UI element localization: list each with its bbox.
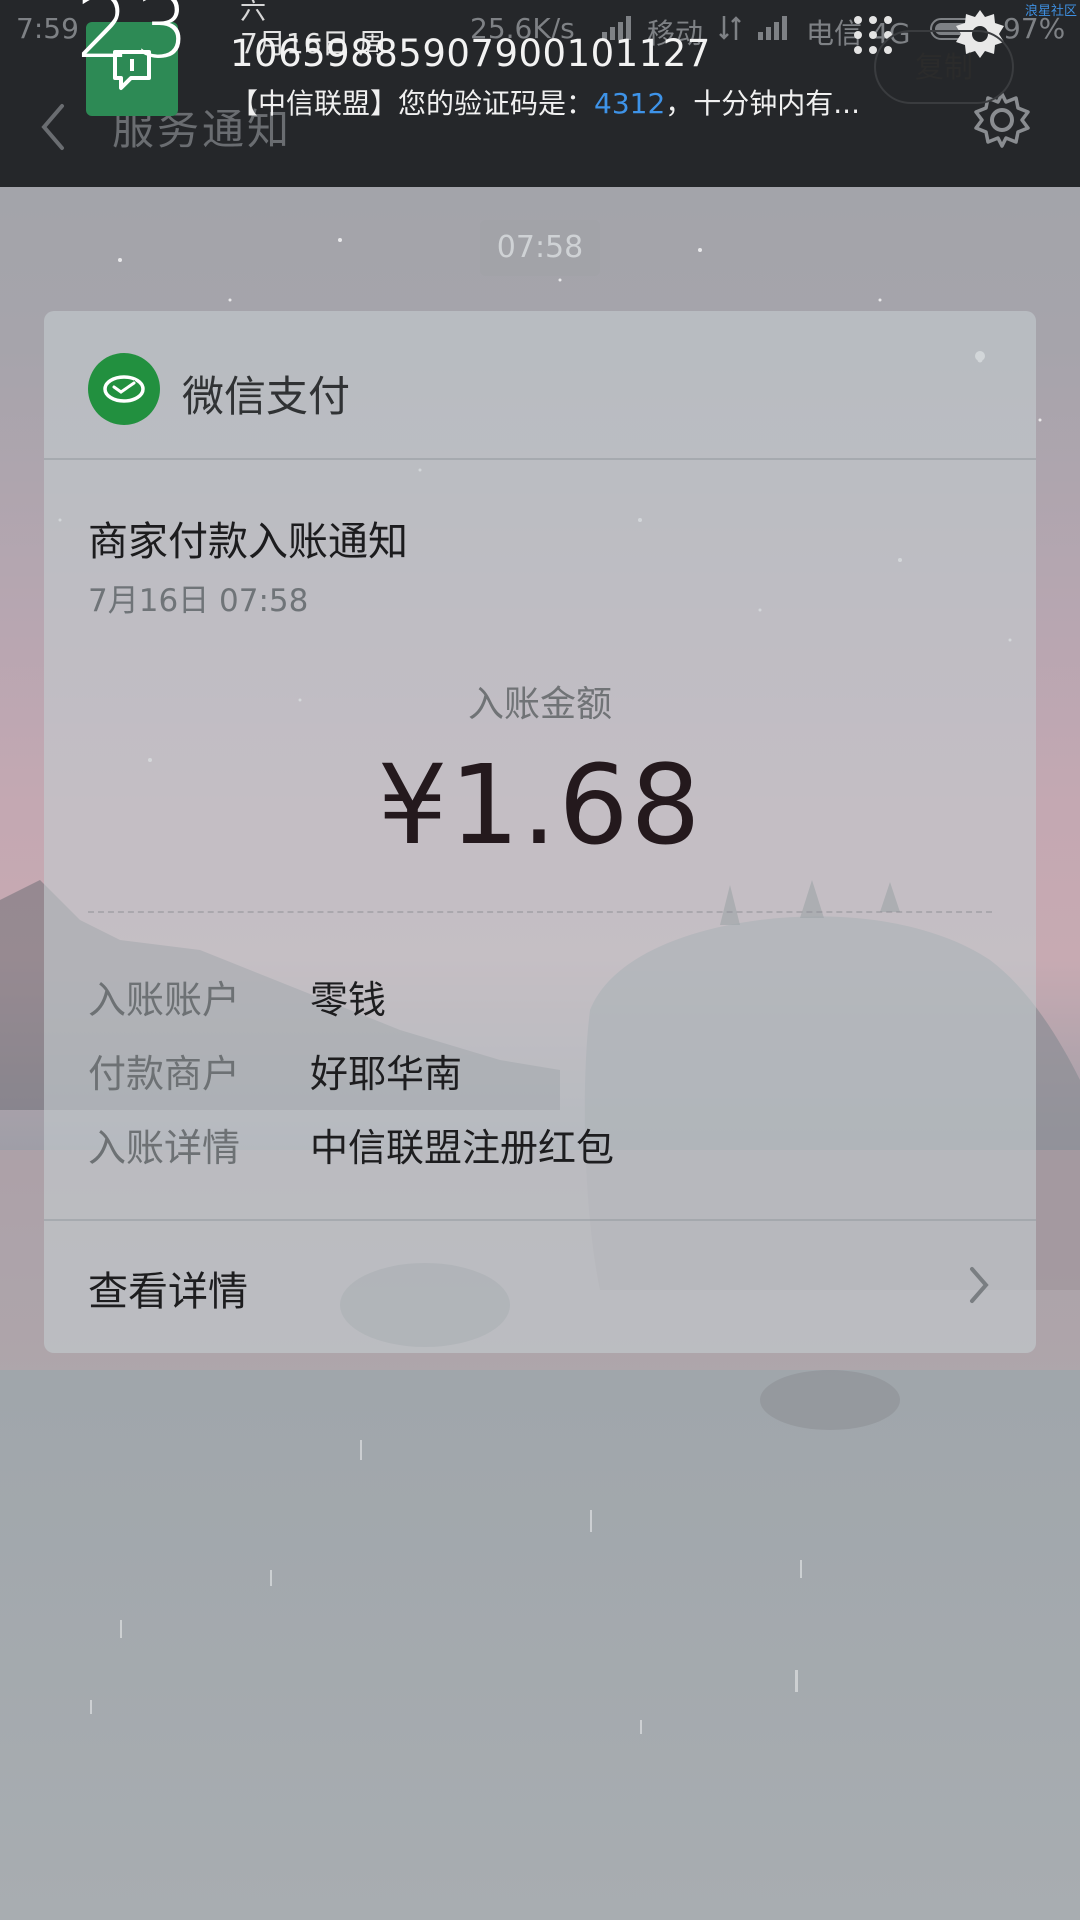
row-value: 零钱 bbox=[310, 978, 387, 1022]
row-label: 付款商户 bbox=[88, 1052, 241, 1096]
dashed-divider bbox=[88, 911, 992, 913]
notice-datetime: 7月16日 07:58 bbox=[88, 583, 309, 619]
row-value: 好耶华南 bbox=[310, 1052, 463, 1096]
data-transfer-icon bbox=[719, 16, 741, 40]
sms-preview: 【中信联盟】您的验证码是：4312，十分钟内有... bbox=[230, 82, 860, 122]
back-chevron-icon[interactable] bbox=[30, 92, 80, 162]
notice-title: 商家付款入账通知 bbox=[88, 519, 408, 565]
wechat-pay-logo-icon bbox=[88, 353, 160, 425]
detail-row-account: 入账账户 零钱 bbox=[88, 969, 992, 1022]
view-details-link[interactable]: 查看详情 bbox=[44, 1219, 1036, 1353]
sms-preview-prefix: 【中信联盟】您的验证码是： bbox=[230, 87, 595, 120]
row-label: 入账账户 bbox=[88, 978, 241, 1022]
row-value: 中信联盟注册红包 bbox=[310, 1126, 615, 1170]
chevron-right-icon bbox=[970, 1267, 989, 1303]
brand-name: 微信支付 bbox=[182, 372, 351, 421]
verification-code[interactable]: 4312 bbox=[594, 87, 665, 120]
row-label: 入账详情 bbox=[88, 1126, 241, 1170]
app-header: 7:59 25.6K/s 移动 电信 4G 97% 浪星社区 服务通知 bbox=[0, 0, 1080, 187]
status-time: 7:59 bbox=[16, 12, 79, 45]
notification-date-number: 23 bbox=[76, 0, 194, 78]
detail-row-merchant: 付款商户 好耶华南 bbox=[88, 1043, 992, 1096]
wechat-pay-mark-icon bbox=[103, 375, 145, 403]
signal-icon-2 bbox=[758, 16, 787, 40]
amount-value: ¥1.68 bbox=[377, 741, 703, 869]
card-header: 微信支付 bbox=[44, 311, 1036, 459]
detail-row-description: 入账详情 中信联盟注册红包 bbox=[88, 1117, 992, 1170]
header-divider bbox=[44, 458, 1036, 460]
sms-sender-number: 1065988590790010112​7 bbox=[230, 32, 711, 75]
view-details-label: 查看详情 bbox=[88, 1269, 248, 1315]
payment-notice-card[interactable]: 微信支付 商家付款入账通知 7月16日 07:58 入账金额 ¥1.68 入账账… bbox=[44, 311, 1036, 1353]
watermark-text: 浪星社区 bbox=[1025, 4, 1078, 19]
copy-code-button[interactable]: 复制 bbox=[874, 30, 1014, 104]
amount-label: 入账金额 bbox=[467, 684, 612, 725]
message-timestamp: 07:58 bbox=[480, 220, 600, 276]
sms-preview-suffix: ，十分钟内有... bbox=[665, 87, 860, 120]
